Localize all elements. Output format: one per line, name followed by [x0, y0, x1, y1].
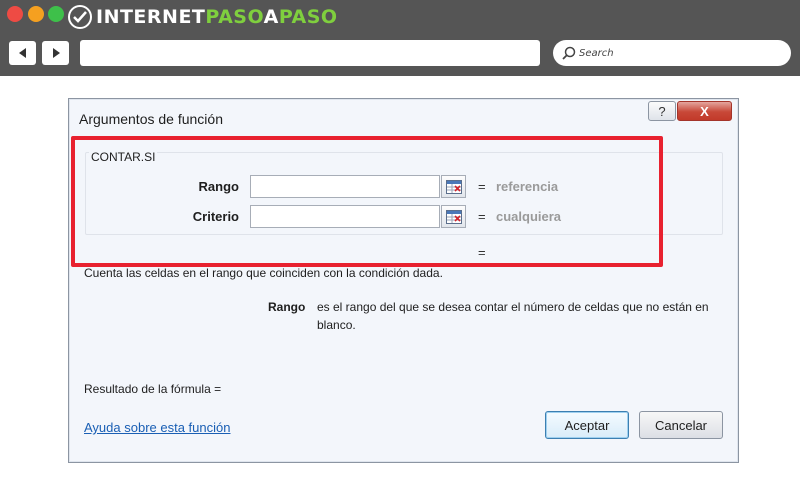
range-select-icon	[445, 209, 462, 224]
formula-result-label: Resultado de la fórmula =	[84, 382, 222, 396]
function-result-equals: =	[478, 245, 486, 260]
help-button[interactable]: ?	[648, 101, 676, 121]
accept-button[interactable]: Aceptar	[545, 411, 629, 439]
browser-navbar: Search	[0, 34, 800, 76]
maximize-window-dot[interactable]	[48, 6, 64, 22]
arg-description-name: Rango	[268, 300, 306, 314]
browser-chrome: INTERNETPASOAPASO Search	[0, 0, 800, 76]
browser-titlebar: INTERNETPASOAPASO	[0, 0, 800, 34]
minimize-window-dot[interactable]	[28, 6, 44, 22]
site-logo: INTERNETPASOAPASO	[68, 4, 338, 30]
rango-equals: =	[478, 179, 486, 194]
cancel-button[interactable]: Cancelar	[639, 411, 723, 439]
function-description: Cuenta las celdas en el rango que coinci…	[84, 266, 443, 280]
search-bar[interactable]: Search	[553, 40, 791, 66]
logo-check-icon	[68, 5, 92, 29]
back-button[interactable]	[9, 41, 36, 65]
forward-button[interactable]	[42, 41, 69, 65]
help-link[interactable]: Ayuda sobre esta función	[84, 420, 230, 435]
search-placeholder: Search	[579, 47, 614, 59]
rango-hint: referencia	[496, 179, 559, 194]
address-bar[interactable]	[80, 40, 540, 66]
criterio-input[interactable]	[250, 205, 440, 228]
arrow-right-icon	[52, 48, 60, 58]
close-window-dot[interactable]	[7, 6, 23, 22]
search-icon	[562, 46, 576, 60]
arg-description-text: es el rango del que se desea contar el n…	[317, 300, 709, 332]
rango-input[interactable]	[250, 175, 440, 198]
arrow-left-icon	[18, 48, 26, 58]
close-button[interactable]: X	[677, 101, 732, 121]
function-arguments-dialog: Argumentos de función ? X CONTAR.SI Rang…	[68, 98, 739, 463]
logo-text: INTERNETPASOAPASO	[96, 6, 338, 28]
function-name: CONTAR.SI	[89, 150, 158, 164]
arg-label-rango: Rango	[198, 179, 239, 194]
range-select-icon	[445, 179, 462, 194]
criterio-collapse-button[interactable]	[441, 205, 466, 228]
rango-collapse-button[interactable]	[441, 175, 466, 198]
criterio-equals: =	[478, 209, 486, 224]
dialog-title: Argumentos de función	[79, 111, 223, 127]
arg-label-criterio: Criterio	[192, 209, 239, 224]
criterio-hint: cualquiera	[496, 209, 562, 224]
